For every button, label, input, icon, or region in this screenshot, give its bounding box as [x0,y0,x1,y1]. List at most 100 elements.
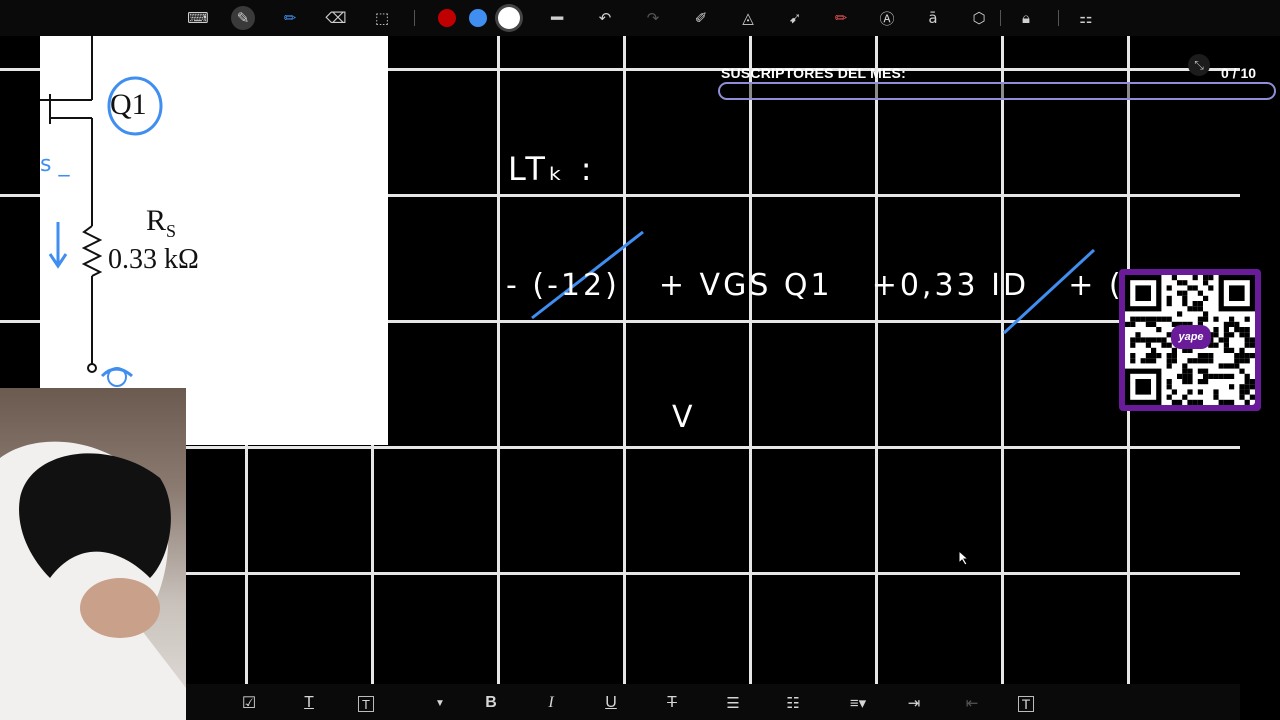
qr-module [1166,301,1172,307]
shapes-icon[interactable]: ⬡ [967,6,991,30]
qr-module [1203,373,1209,379]
qr-module [1239,332,1245,338]
text-a-icon[interactable]: Ⓐ [875,6,899,30]
qr-module [1151,337,1157,343]
person-silhouette [0,441,186,720]
qr-module [1156,353,1162,359]
lasso-select-icon[interactable]: ⬚ [370,6,394,30]
equation-term: - (-12) [506,268,620,303]
strikethrough-icon[interactable]: T [661,692,683,714]
checkbox-icon[interactable]: ☑ [238,692,260,714]
qr-module [1187,379,1193,385]
marker-icon[interactable]: ✏ [829,6,853,30]
qr-module [1166,353,1172,359]
qr-module [1197,389,1203,395]
pen-icon[interactable]: ✎ [231,6,255,30]
qr-module [1239,389,1245,395]
shape-pen-icon[interactable]: ✐ [689,6,713,30]
text-recognize-icon[interactable]: ā [921,6,945,30]
color-red-swatch[interactable] [438,9,456,27]
text-icon[interactable]: T [298,692,320,714]
text-box-icon[interactable]: T [358,696,374,712]
qr-module [1145,337,1151,343]
grid-apps-icon[interactable]: ⚏ [1074,6,1098,30]
qr-module [1244,337,1250,343]
qr-module [1239,384,1245,390]
qr-module [1249,353,1255,359]
qr-module [1166,316,1172,322]
ruler-icon[interactable]: ◬ [736,6,760,30]
color-blue-swatch[interactable] [469,9,487,27]
qr-module [1244,358,1250,364]
color-white-swatch[interactable] [498,7,520,29]
qr-module [1130,342,1136,348]
qr-module [1166,285,1172,291]
qr-module [1203,311,1209,317]
redo-icon[interactable]: ↷ [641,6,665,30]
numbered-list-icon[interactable]: ☰ [722,692,744,714]
qr-module [1187,368,1193,374]
arrow-icon[interactable]: ➹ [783,6,807,30]
qr-module [1156,337,1162,343]
qr-module [1218,363,1224,369]
qr-module [1239,347,1245,353]
undo-icon[interactable]: ↶ [593,6,617,30]
collapse-icon[interactable]: ⤡ [1188,54,1210,76]
qr-module [1182,368,1188,374]
highlighter-icon[interactable]: ✏ [278,6,302,30]
qr-module [1156,327,1162,333]
underline-icon[interactable]: U [600,692,622,714]
qr-module [1229,363,1235,369]
qr-module [1171,399,1177,405]
qr-module [1187,389,1193,395]
qr-module [1171,353,1177,359]
qr-module [1151,347,1157,353]
qr-module [1239,353,1245,359]
qr-module [1182,280,1188,286]
indent-icon[interactable]: ⇥ [903,692,925,714]
qr-finder [1135,379,1151,395]
qr-module [1244,327,1250,333]
qr-module [1223,399,1229,405]
qr-module [1192,358,1198,364]
qr-module [1203,280,1209,286]
qr-module [1229,373,1235,379]
qr-module [1177,290,1183,296]
qr-module [1203,358,1209,364]
qr-module [1166,384,1172,390]
italic-icon[interactable]: I [540,692,562,714]
qr-module [1213,332,1219,338]
qr-module [1229,332,1235,338]
qr-module [1182,301,1188,307]
qr-module [1140,358,1146,364]
bold-icon[interactable]: B [480,692,502,714]
qr-module [1213,373,1219,379]
qr-finder [1229,285,1245,301]
qr-module [1166,379,1172,385]
qr-module [1208,285,1214,291]
line-width-icon[interactable]: ━ [545,6,569,30]
bullet-list-icon[interactable]: ☷ [782,692,804,714]
keyboard-icon[interactable]: ⌨ [186,6,210,30]
text-frame-icon[interactable]: T [1018,696,1034,712]
qr-module [1197,368,1203,374]
eraser-icon[interactable]: ⌫ [324,6,348,30]
lock-icon[interactable]: 🔒︎ [1014,6,1038,30]
qr-module [1213,394,1219,400]
qr-module [1229,316,1235,322]
qr-module [1213,342,1219,348]
qr-module [1197,290,1203,296]
qr-module [1182,379,1188,385]
qr-module [1244,316,1250,322]
bottom-toolbar: ☑ T T ▼ B I U T ☰ ☷ ≡▾ ⇥ ⇤ T [186,684,1240,720]
qr-module [1197,399,1203,405]
qr-module [1177,280,1183,286]
outdent-icon[interactable]: ⇤ [961,692,983,714]
align-icon[interactable]: ≡▾ [843,692,873,714]
qr-module [1249,379,1255,385]
qr-module [1182,394,1188,400]
qr-module [1130,353,1136,359]
qr-module [1192,285,1198,291]
qr-module [1171,347,1177,353]
dropdown-icon[interactable]: ▼ [429,692,451,714]
